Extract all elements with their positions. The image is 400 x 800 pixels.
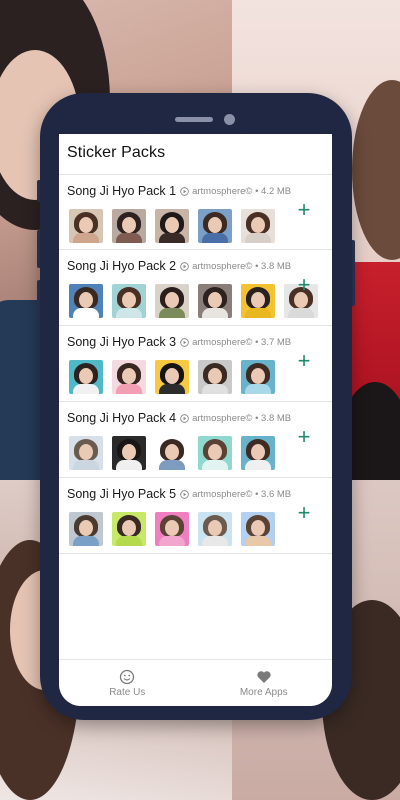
pack-name: Song Ji Hyo Pack 3 xyxy=(67,335,177,349)
add-to-whatsapp-button[interactable]: + xyxy=(292,274,316,298)
sticker-pack-row[interactable]: Song Ji Hyo Pack 5 artmosphere© • 3.6 MB + xyxy=(59,478,332,554)
pack-publisher-size: artmosphere© • 4.2 MB xyxy=(192,185,292,197)
sticker-thumbnail xyxy=(112,360,146,394)
pack-header: Song Ji Hyo Pack 2 artmosphere© • 3.8 MB xyxy=(67,259,291,273)
add-to-whatsapp-button[interactable]: + xyxy=(292,199,316,223)
sticker-thumbnail xyxy=(198,436,232,470)
animated-play-icon xyxy=(180,413,189,423)
pack-name: Song Ji Hyo Pack 2 xyxy=(67,259,177,273)
sticker-pack-row[interactable]: Song Ji Hyo Pack 2 artmosphere© • 3.8 MB + xyxy=(59,250,332,326)
pack-header: Song Ji Hyo Pack 5 artmosphere© • 3.6 MB xyxy=(67,487,291,501)
sticker-thumbnail xyxy=(112,209,146,243)
sticker-thumbnail xyxy=(241,360,275,394)
pack-name: Song Ji Hyo Pack 4 xyxy=(67,411,177,425)
animated-play-icon xyxy=(180,261,189,271)
sticker-thumbnail xyxy=(198,209,232,243)
sticker-thumbnail xyxy=(155,360,189,394)
sticker-thumbnails xyxy=(69,436,275,470)
sticker-thumbnail xyxy=(69,360,103,394)
pack-header: Song Ji Hyo Pack 3 artmosphere© • 3.7 MB xyxy=(67,335,291,349)
phone-notch xyxy=(126,93,266,133)
bottom-navigation: Rate Us More Apps xyxy=(59,659,332,706)
pack-header: Song Ji Hyo Pack 4 artmosphere© • 3.8 MB xyxy=(67,411,291,425)
pack-publisher-size: artmosphere© • 3.7 MB xyxy=(192,336,292,348)
more-apps-label: More Apps xyxy=(239,686,288,698)
pack-publisher-size: artmosphere© • 3.8 MB xyxy=(192,412,292,424)
sticker-thumbnails xyxy=(69,284,318,318)
sticker-thumbnail xyxy=(69,284,103,318)
sticker-pack-row[interactable]: Song Ji Hyo Pack 1 artmosphere© • 4.2 MB + xyxy=(59,174,332,250)
sticker-thumbnail xyxy=(241,209,275,243)
animated-play-icon xyxy=(180,337,189,347)
pack-header: Song Ji Hyo Pack 1 artmosphere© • 4.2 MB xyxy=(67,184,291,198)
more-apps-button[interactable]: More Apps xyxy=(196,660,333,706)
sticker-pack-row[interactable]: Song Ji Hyo Pack 3 artmosphere© • 3.7 MB + xyxy=(59,326,332,402)
heart-icon xyxy=(257,670,271,683)
background-photo-middle-right xyxy=(350,262,400,480)
rate-us-button[interactable]: Rate Us xyxy=(59,660,196,706)
add-to-whatsapp-button[interactable]: + xyxy=(292,350,316,374)
sticker-thumbnail xyxy=(241,436,275,470)
add-to-whatsapp-button[interactable]: + xyxy=(292,502,316,526)
rate-us-label: Rate Us xyxy=(109,686,146,698)
sticker-thumbnail xyxy=(155,436,189,470)
pack-publisher-size: artmosphere© • 3.8 MB xyxy=(192,260,292,272)
sticker-thumbnail xyxy=(69,436,103,470)
sticker-thumbnails xyxy=(69,512,275,546)
smiley-icon xyxy=(120,669,135,684)
sticker-thumbnail xyxy=(69,512,103,546)
sticker-pack-row[interactable]: Song Ji Hyo Pack 4 artmosphere© • 3.8 MB + xyxy=(59,402,332,478)
sticker-thumbnail xyxy=(198,360,232,394)
sticker-thumbnail xyxy=(198,512,232,546)
animated-play-icon xyxy=(180,186,189,196)
sticker-thumbnail xyxy=(112,512,146,546)
phone-speaker xyxy=(175,117,213,122)
sticker-thumbnail xyxy=(112,436,146,470)
sticker-thumbnail xyxy=(241,284,275,318)
phone-camera xyxy=(224,114,235,125)
add-to-whatsapp-button[interactable]: + xyxy=(292,426,316,450)
sticker-thumbnail xyxy=(155,209,189,243)
page-title: Sticker Packs xyxy=(67,144,166,161)
pack-name: Song Ji Hyo Pack 1 xyxy=(67,184,177,198)
sticker-thumbnails xyxy=(69,360,275,394)
sticker-thumbnail xyxy=(69,209,103,243)
sticker-thumbnail xyxy=(241,512,275,546)
sticker-pack-list: Song Ji Hyo Pack 1 artmosphere© • 4.2 MB +… xyxy=(59,174,332,554)
sticker-thumbnail xyxy=(112,284,146,318)
sticker-thumbnails xyxy=(69,209,275,243)
sticker-thumbnail xyxy=(155,284,189,318)
pack-publisher-size: artmosphere© • 3.6 MB xyxy=(192,488,292,500)
sticker-thumbnail xyxy=(155,512,189,546)
animated-play-icon xyxy=(180,489,189,499)
sticker-thumbnail xyxy=(198,284,232,318)
app-screen: Sticker Packs Song Ji Hyo Pack 1 artmosph… xyxy=(59,134,332,706)
pack-name: Song Ji Hyo Pack 5 xyxy=(67,487,177,501)
